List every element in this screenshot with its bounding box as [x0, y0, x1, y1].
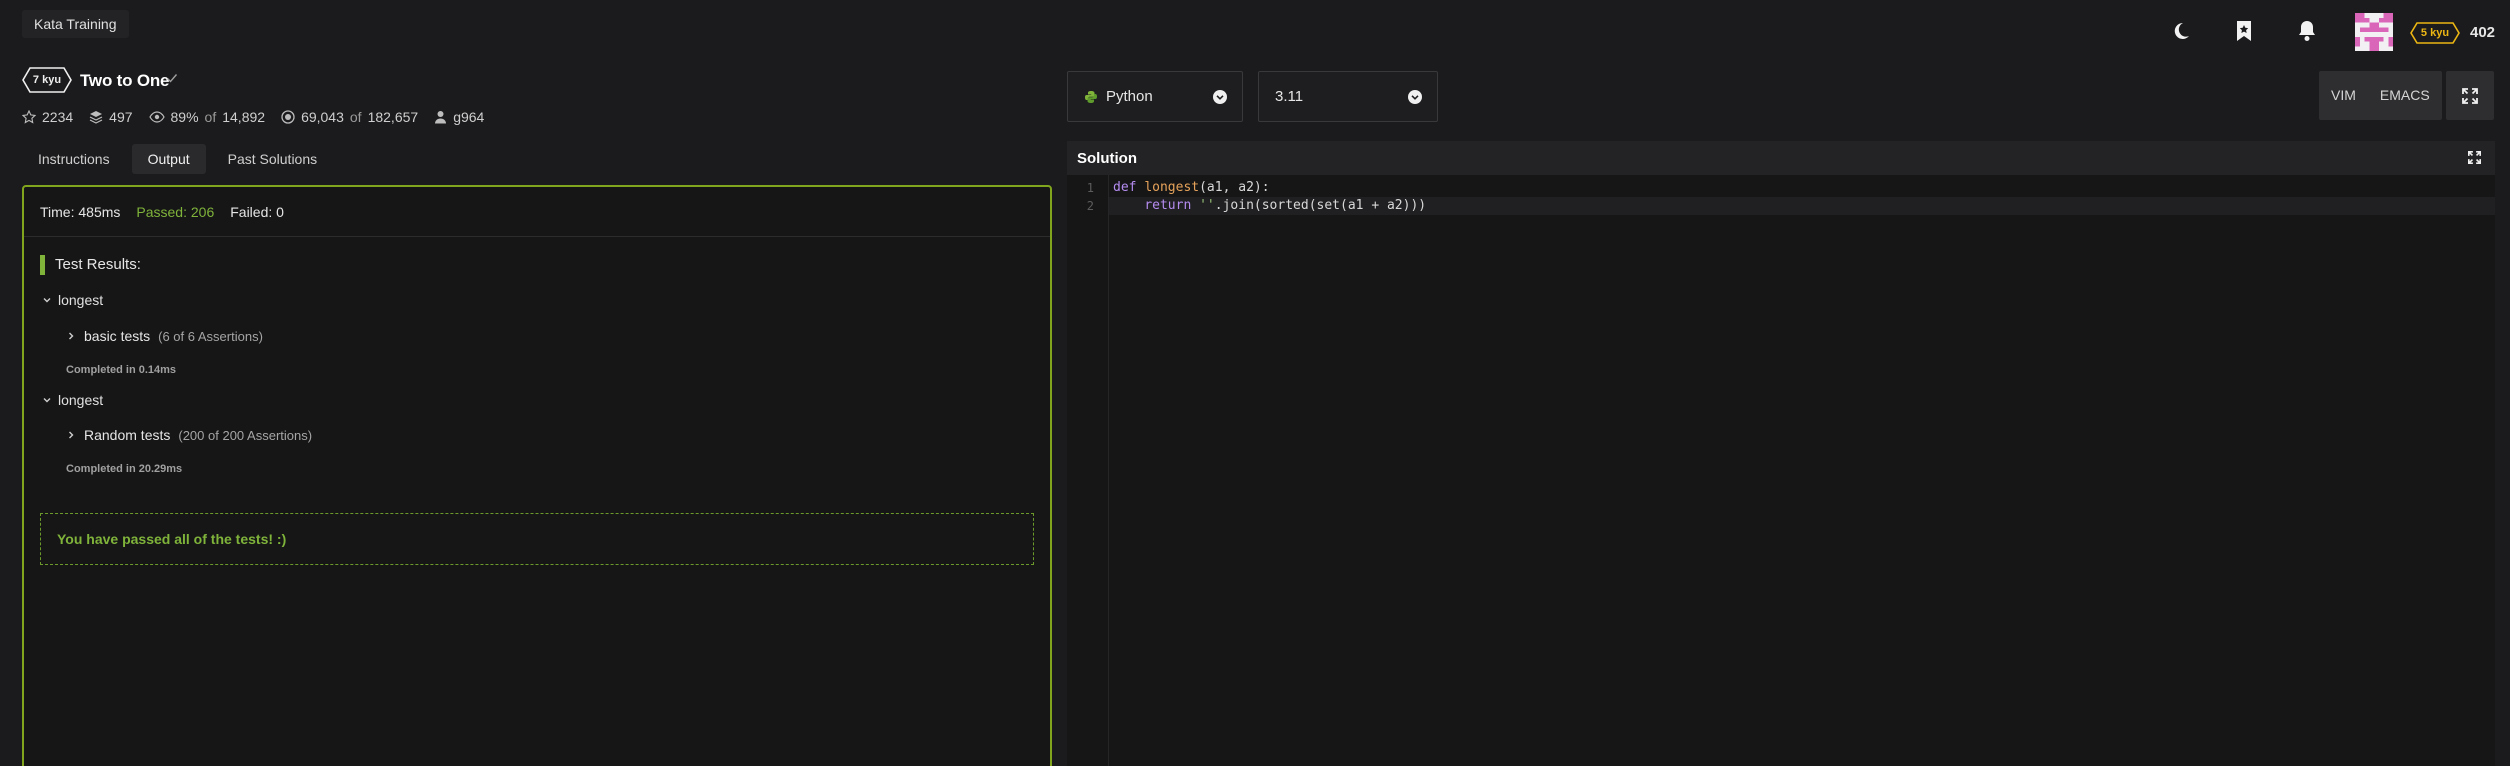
author-stat[interactable]: g964 — [434, 108, 484, 126]
votes-count: 14,892 — [222, 109, 266, 125]
language-value: Python — [1106, 88, 1153, 105]
tab-instructions[interactable]: Instructions — [22, 144, 126, 174]
target-icon — [281, 110, 295, 124]
line-number: 2 — [1086, 199, 1094, 213]
tab-past-solutions[interactable]: Past Solutions — [212, 144, 334, 174]
test-case-name: basic tests — [84, 328, 151, 344]
moon-icon[interactable] — [2166, 16, 2196, 46]
test-group-name: longest — [58, 292, 104, 308]
test-case-toggle[interactable]: Random tests (200 of 200 Assertions) — [66, 427, 312, 443]
eye-icon — [148, 111, 165, 123]
expand-icon — [2462, 87, 2478, 104]
test-results-header: Test Results: — [40, 255, 141, 275]
test-case-name: Random tests — [84, 427, 171, 443]
emacs-mode-button[interactable]: EMACS — [2368, 71, 2442, 120]
completed-count: 69,043 — [301, 109, 344, 125]
editor-mode-group: VIM EMACS — [2319, 71, 2442, 120]
kata-tabs: Instructions Output Past Solutions — [22, 144, 333, 174]
failed-count: Failed: 0 — [230, 203, 284, 220]
version-value: 3.11 — [1275, 88, 1304, 105]
assertion-count: (6 of 6 Assertions) — [158, 328, 263, 344]
collections-count: 497 — [109, 109, 133, 125]
kata-title: Two to One — [80, 71, 170, 90]
fullscreen-button[interactable] — [2446, 71, 2494, 120]
kata-rank-label: 7 kyu — [32, 74, 62, 86]
completion-time: Completed in 20.29ms — [66, 463, 183, 475]
code-line[interactable]: return ''.join(sorted(set(a1 + a2))) — [1113, 197, 1426, 215]
user-rank-badge: 5 kyu — [2410, 22, 2460, 44]
check-icon — [166, 72, 178, 84]
code-line[interactable]: def longest(a1, a2): — [1113, 179, 1270, 197]
author-name: g964 — [453, 109, 485, 125]
pass-message: You have passed all of the tests! :) — [40, 513, 1034, 565]
user-rank-label: 5 kyu — [2420, 27, 2450, 39]
solution-title: Solution — [1077, 149, 1137, 167]
solution-header: Solution — [1067, 141, 2495, 175]
run-time: Time: 485ms — [40, 203, 121, 220]
honor-count: 402 — [2470, 24, 2496, 41]
test-group-toggle[interactable]: longest — [42, 392, 103, 408]
stars-count: 2234 — [42, 109, 74, 125]
completion-time: Completed in 0.14ms — [66, 364, 177, 376]
assertion-count: (200 of 200 Assertions) — [178, 427, 313, 443]
breadcrumb[interactable]: Kata Training — [22, 10, 129, 38]
passed-count: Passed: 206 — [136, 203, 215, 220]
line-number: 1 — [1086, 181, 1094, 195]
chevron-down-icon — [43, 398, 51, 403]
bell-icon[interactable] — [2292, 16, 2322, 46]
attempted-count: 182,657 — [367, 109, 419, 125]
kata-stats: 2234 497 89% of 14,892 69,043 of 182,657… — [22, 108, 484, 126]
chevron-down-icon — [1408, 90, 1422, 104]
output-summary: Time: 485ms Passed: 206 Failed: 0 — [24, 187, 1050, 237]
chevron-down-icon — [1213, 90, 1227, 104]
version-select[interactable]: 3.11 — [1258, 71, 1438, 122]
collections-stat[interactable]: 497 — [89, 108, 133, 126]
expand-icon — [2468, 151, 2481, 164]
completed-of-label: of — [349, 109, 362, 125]
kata-rank-badge: 7 kyu — [22, 67, 72, 93]
avatar[interactable] — [2355, 13, 2393, 51]
tab-output[interactable]: Output — [131, 144, 206, 174]
test-group-name: longest — [58, 392, 104, 408]
line-gutter: 1 2 — [1067, 175, 1109, 766]
python-icon — [1085, 90, 1097, 103]
test-group-toggle[interactable]: longest — [42, 292, 103, 308]
stack-icon — [89, 111, 103, 124]
chevron-right-icon — [69, 332, 74, 340]
bookmark-icon[interactable] — [2229, 16, 2259, 46]
satisfaction-stat: 89% of 14,892 — [148, 108, 266, 126]
chevron-right-icon — [69, 431, 74, 439]
votes-of-label: of — [204, 109, 217, 125]
language-select[interactable]: Python — [1067, 71, 1243, 122]
completed-stat: 69,043 of 182,657 — [281, 108, 418, 126]
user-icon — [435, 111, 447, 124]
output-panel: Time: 485ms Passed: 206 Failed: 0 Test R… — [22, 185, 1052, 766]
stars-stat[interactable]: 2234 — [22, 108, 73, 126]
chevron-down-icon — [43, 298, 51, 303]
code-editor[interactable]: 1 2 def longest(a1, a2): return ''.join(… — [1067, 175, 2495, 766]
vim-mode-button[interactable]: VIM — [2319, 71, 2368, 120]
star-icon — [22, 110, 36, 124]
satisfaction-rating: 89% — [170, 109, 199, 125]
test-case-toggle[interactable]: basic tests (6 of 6 Assertions) — [66, 328, 263, 344]
